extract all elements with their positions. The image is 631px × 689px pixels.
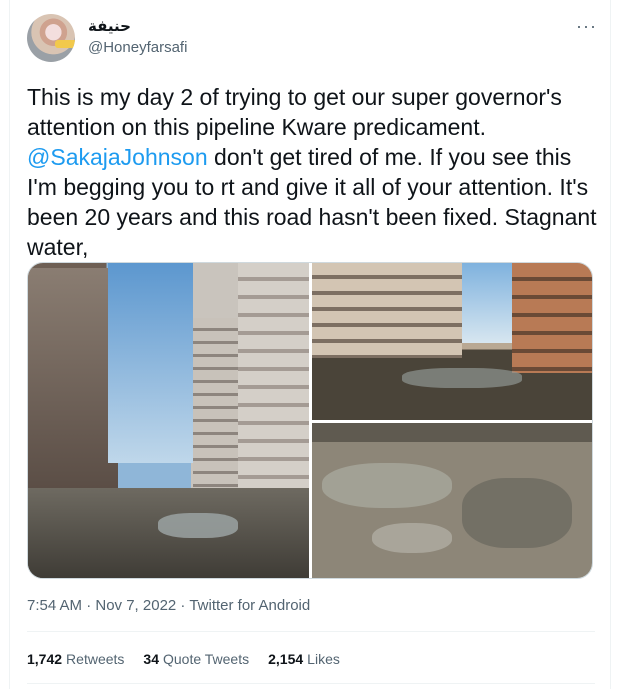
photo-stagnant-water[interactable] (312, 423, 592, 578)
mention-link[interactable]: @SakajaJohnson (27, 144, 208, 170)
quotes-count: 34 (143, 651, 159, 667)
author-name[interactable]: حنيفة (88, 17, 131, 35)
likes-count: 2,154 (268, 651, 304, 667)
retweets-stat[interactable]: 1,742 Retweets (27, 651, 124, 667)
tweet-card: حنيفة @Honeyfarsafi ··· This is my day 2… (9, 0, 611, 689)
quotes-label: Quote Tweets (162, 651, 250, 667)
photo-flooded-street[interactable] (312, 263, 592, 420)
divider (27, 683, 595, 684)
retweets-label: Retweets (66, 651, 125, 667)
likes-label: Likes (307, 651, 340, 667)
tweet-text: This is my day 2 of trying to get our su… (27, 82, 597, 262)
avatar-decoration (55, 40, 75, 48)
media-grid (27, 262, 593, 579)
ellipsis-icon[interactable]: ··· (576, 16, 597, 37)
divider (27, 631, 595, 632)
avatar[interactable] (27, 14, 75, 62)
engagement-stats: 1,742 Retweets 34 Quote Tweets 2,154 Likes (27, 651, 340, 667)
retweets-count: 1,742 (27, 651, 63, 667)
photo-street-buildings[interactable] (28, 263, 309, 578)
author-handle[interactable]: @Honeyfarsafi (88, 39, 187, 56)
timestamp-link[interactable]: 7:54 AM · Nov 7, 2022 (27, 597, 176, 614)
tweet-text-part-1: This is my day 2 of trying to get our su… (27, 84, 562, 140)
source-link[interactable]: Twitter for Android (189, 597, 310, 614)
meta-separator: · (176, 597, 190, 614)
quotes-stat[interactable]: 34 Quote Tweets (143, 651, 249, 667)
tweet-meta: 7:54 AM · Nov 7, 2022 · Twitter for Andr… (27, 597, 310, 614)
likes-stat[interactable]: 2,154 Likes (268, 651, 340, 667)
